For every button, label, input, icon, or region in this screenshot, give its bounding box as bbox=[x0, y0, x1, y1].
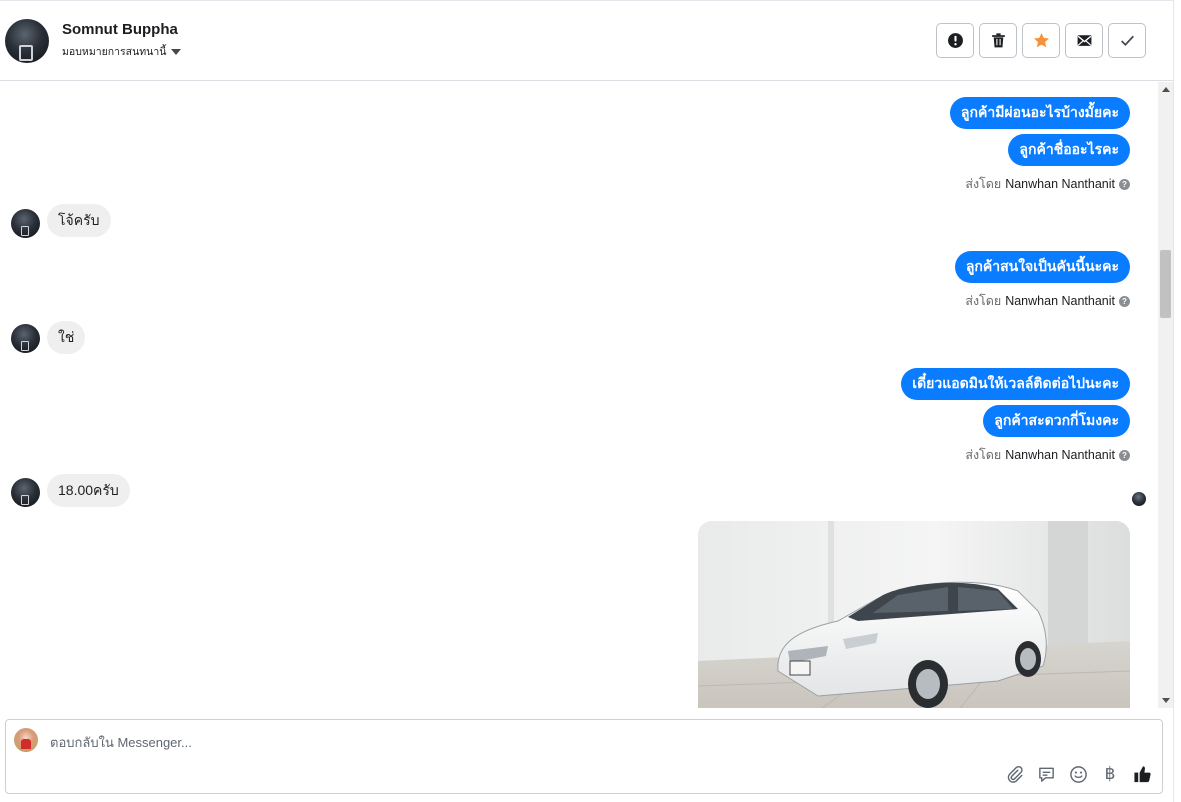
emoji-button[interactable] bbox=[1067, 763, 1089, 785]
emoji-icon bbox=[1069, 765, 1087, 783]
contact-avatar-small[interactable] bbox=[11, 209, 40, 238]
sender-name[interactable]: Nanwhan Nanthanit bbox=[1005, 294, 1115, 308]
reply-composer: ฿ bbox=[5, 719, 1163, 794]
outgoing-message[interactable]: เดี๋ยวแอดมินให้เวลล์ติดต่อไปนะคะ bbox=[901, 368, 1130, 400]
scroll-up-arrow-icon[interactable] bbox=[1162, 87, 1170, 92]
trash-icon bbox=[991, 33, 1005, 48]
help-icon[interactable]: ? bbox=[1119, 449, 1130, 461]
sent-by-label: ส่งโดย Nanwhan Nanthanit ? bbox=[965, 445, 1130, 465]
contact-avatar[interactable] bbox=[5, 19, 49, 63]
contact-avatar-small[interactable] bbox=[11, 324, 40, 353]
window-edge bbox=[1173, 0, 1181, 802]
checkmark-icon bbox=[1120, 35, 1134, 46]
payment-button[interactable]: ฿ bbox=[1099, 763, 1121, 785]
sent-by-label: ส่งโดย Nanwhan Nanthanit ? bbox=[965, 291, 1130, 311]
image-attachment[interactable] bbox=[698, 521, 1130, 708]
star-icon bbox=[1033, 33, 1049, 48]
assign-conversation-dropdown[interactable]: มอบหมายการสนทนานี้ bbox=[62, 43, 182, 60]
assign-label: มอบหมายการสนทนานี้ bbox=[62, 46, 167, 58]
sent-by-prefix: ส่งโดย bbox=[965, 177, 1002, 191]
conversation-header: Somnut Buppha มอบหมายการสนทนานี้ bbox=[0, 0, 1174, 81]
caret-down-icon bbox=[171, 48, 182, 55]
sent-by-prefix: ส่งโดย bbox=[965, 448, 1002, 462]
incoming-message[interactable]: ใช่ bbox=[47, 321, 86, 354]
contact-avatar-small[interactable] bbox=[11, 478, 40, 507]
incoming-message[interactable]: 18.00ครับ bbox=[47, 474, 130, 507]
outgoing-message[interactable]: ลูกค้าสนใจเป็นคันนี้นะคะ bbox=[954, 251, 1130, 283]
attach-button[interactable] bbox=[1003, 763, 1025, 785]
mark-spam-button[interactable] bbox=[936, 23, 974, 58]
star-button[interactable] bbox=[1022, 23, 1060, 58]
sender-name[interactable]: Nanwhan Nanthanit bbox=[1005, 448, 1115, 462]
sent-by-label: ส่งโดย Nanwhan Nanthanit ? bbox=[965, 174, 1130, 194]
saved-reply-icon bbox=[1038, 767, 1054, 782]
scrollbar-thumb[interactable] bbox=[1160, 250, 1171, 318]
thread-scrollbar[interactable] bbox=[1158, 82, 1173, 708]
payment-baht-icon: ฿ bbox=[1104, 764, 1116, 784]
sent-by-prefix: ส่งโดย bbox=[965, 294, 1002, 308]
page-avatar bbox=[14, 728, 38, 752]
envelope-icon bbox=[1077, 35, 1091, 46]
exclamation-icon bbox=[947, 33, 963, 48]
saved-reply-button[interactable] bbox=[1035, 763, 1057, 785]
help-icon[interactable]: ? bbox=[1119, 178, 1130, 190]
messenger-inbox: Somnut Buppha มอบหมายการสนทนานี้ ลูกค้าม… bbox=[0, 0, 1181, 802]
contact-name[interactable]: Somnut Buppha bbox=[62, 21, 178, 38]
incoming-message[interactable]: โจ้ครับ bbox=[47, 204, 111, 237]
car-photo bbox=[698, 521, 1130, 708]
like-button[interactable] bbox=[1131, 763, 1153, 785]
reply-input[interactable] bbox=[50, 733, 950, 751]
scroll-down-arrow-icon[interactable] bbox=[1162, 698, 1170, 703]
outgoing-message[interactable]: ลูกค้าสะดวกกี่โมงคะ bbox=[983, 405, 1130, 437]
delete-button[interactable] bbox=[979, 23, 1017, 58]
sender-name[interactable]: Nanwhan Nanthanit bbox=[1005, 177, 1115, 191]
thumbs-up-icon bbox=[1133, 765, 1151, 782]
mark-unread-button[interactable] bbox=[1065, 23, 1103, 58]
help-icon[interactable]: ? bbox=[1119, 295, 1130, 307]
outgoing-message[interactable]: ลูกค้าชื่ออะไรคะ bbox=[1008, 134, 1130, 166]
outgoing-message[interactable]: ลูกค้ามีผ่อนอะไรบ้างมั้ยคะ bbox=[949, 97, 1130, 129]
mark-done-button[interactable] bbox=[1108, 23, 1146, 58]
message-thread[interactable]: ลูกค้ามีผ่อนอะไรบ้างมั้ยคะ ลูกค้าชื่ออะไ… bbox=[0, 82, 1158, 708]
paperclip-icon bbox=[1007, 765, 1023, 783]
seen-indicator-avatar bbox=[1132, 492, 1146, 506]
